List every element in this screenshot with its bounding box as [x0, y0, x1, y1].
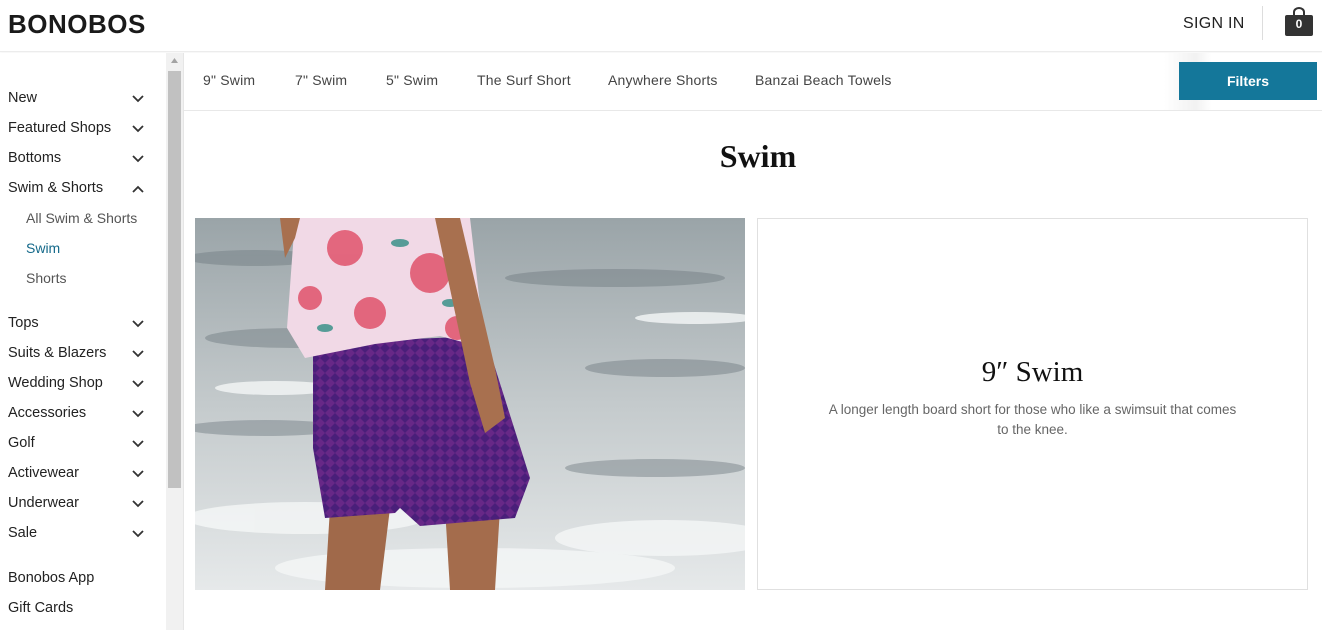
chevron-down-icon [132, 380, 144, 388]
subnav-link-surf-short[interactable]: The Surf Short [477, 72, 571, 88]
chevron-down-icon [132, 530, 144, 538]
subnav-link-banzai-beach-towels[interactable]: Banzai Beach Towels [755, 72, 892, 88]
sidebar-item-suits-blazers[interactable]: Suits & Blazers [8, 342, 148, 366]
chevron-up-icon [132, 185, 144, 193]
sidebar-item-label: Gift Cards [8, 600, 74, 616]
sidebar-subitem-label: Swim [26, 240, 61, 256]
sidebar-item-tops[interactable]: Tops [8, 312, 148, 336]
sidebar-item-label: Bottoms [8, 150, 62, 166]
sidebar-subitem-label: Shorts [26, 270, 67, 286]
sidebar-item-activewear[interactable]: Activewear [8, 462, 148, 486]
scrollbar-thumb[interactable] [168, 71, 181, 488]
scroll-up-arrow-icon[interactable] [166, 53, 183, 70]
sidebar-subitem-swim[interactable]: Swim [26, 238, 156, 260]
sidebar-item-label: New [8, 90, 38, 106]
category-feature-card[interactable]: 9″ Swim A longer length board short for … [757, 218, 1308, 590]
chevron-down-icon [132, 155, 144, 163]
sidebar-item-label: Underwear [8, 495, 79, 511]
sidebar-item-label: Golf [8, 435, 35, 451]
sidebar-item-bottoms[interactable]: Bottoms [8, 147, 148, 171]
sidebar-item-label: Sale [8, 525, 38, 541]
site-header: BONOBOS SIGN IN 0 [0, 0, 1322, 52]
sidebar-item-gift-cards[interactable]: Gift Cards [8, 597, 148, 621]
sidebar-item-label: Wedding Shop [8, 375, 103, 391]
sidebar-item-bonobos-app[interactable]: Bonobos App [8, 567, 148, 591]
sidebar-scrollbar[interactable] [166, 53, 183, 630]
subnav-link-7-swim[interactable]: 7" Swim [295, 72, 347, 88]
cart-button[interactable]: 0 [1284, 7, 1314, 37]
sign-in-link[interactable]: SIGN IN [1183, 15, 1245, 33]
chevron-down-icon [132, 320, 144, 328]
card-description: A longer length board short for those wh… [828, 402, 1237, 437]
subnav-link-9-swim[interactable]: 9" Swim [203, 72, 255, 88]
chevron-down-icon [132, 470, 144, 478]
sidebar-item-golf[interactable]: Golf [8, 432, 148, 456]
chevron-down-icon [132, 410, 144, 418]
chevron-down-icon [132, 350, 144, 358]
sidebar-item-new[interactable]: New [8, 87, 148, 111]
sidebar-nav: New Featured Shops Bottoms Swim & Shorts… [0, 53, 166, 630]
sidebar-item-label: Swim & Shorts [8, 180, 104, 196]
category-hero-image[interactable] [195, 218, 745, 590]
chevron-down-icon [132, 440, 144, 448]
sidebar-item-label: Accessories [8, 405, 87, 421]
subnav-link-5-swim[interactable]: 5" Swim [386, 72, 438, 88]
sidebar-item-accessories[interactable]: Accessories [8, 402, 148, 426]
header-divider [1262, 6, 1263, 40]
sidebar-item-underwear[interactable]: Underwear [8, 492, 148, 516]
bonobos-logo[interactable]: BONOBOS [8, 9, 146, 40]
filters-button[interactable]: Filters [1179, 62, 1317, 100]
sidebar-subitem-all-swim-shorts[interactable]: All Swim & Shorts [26, 208, 156, 230]
subnav-link-anywhere-shorts[interactable]: Anywhere Shorts [608, 72, 718, 88]
category-subnav: 9" Swim 7" Swim 5" Swim The Surf Short A… [184, 53, 1322, 111]
chevron-down-icon [132, 125, 144, 133]
sidebar-item-label: Suits & Blazers [8, 345, 107, 361]
sidebar-item-label: Activewear [8, 465, 79, 481]
sidebar-item-label: Featured Shops [8, 120, 112, 136]
sidebar-subitem-shorts[interactable]: Shorts [26, 268, 156, 290]
sidebar-item-swim-shorts[interactable]: Swim & Shorts [8, 177, 148, 201]
page-title: Swim [719, 138, 797, 174]
cart-count: 0 [1295, 17, 1303, 31]
sidebar-subitem-label: All Swim & Shorts [26, 210, 138, 226]
sidebar-item-sale[interactable]: Sale [8, 522, 148, 546]
chevron-down-icon [132, 500, 144, 508]
card-title: 9″ Swim [981, 356, 1084, 388]
swim-model-photo [195, 218, 745, 590]
sidebar-item-wedding-shop[interactable]: Wedding Shop [8, 372, 148, 396]
sidebar-item-label: Bonobos App [8, 570, 95, 586]
sidebar-item-featured-shops[interactable]: Featured Shops [8, 117, 148, 141]
sidebar-item-label: Tops [8, 315, 39, 331]
chevron-down-icon [132, 95, 144, 103]
